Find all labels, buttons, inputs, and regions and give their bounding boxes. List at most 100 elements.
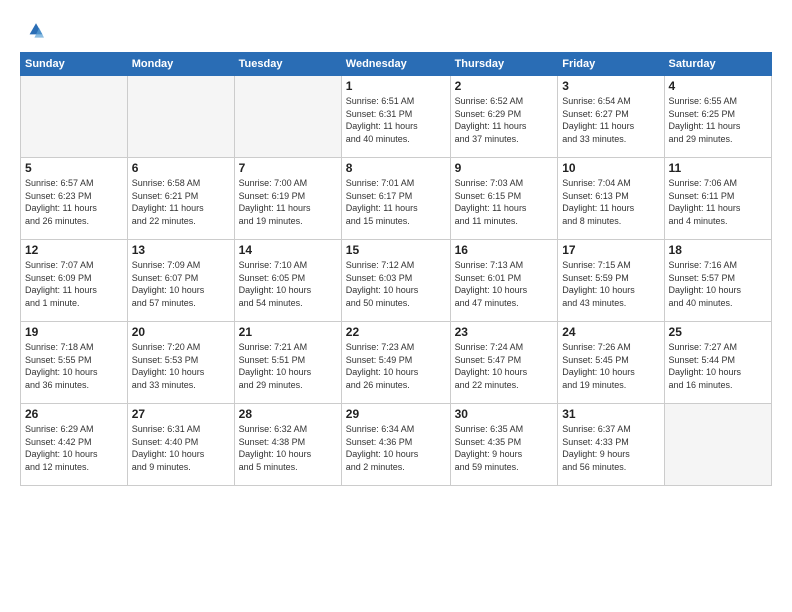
day-number: 24 [562,325,659,339]
calendar-week-row: 1 Sunrise: 6:51 AM Sunset: 6:31 PM Daylig… [21,76,772,158]
day-info: Sunrise: 7:24 AM Sunset: 5:47 PM Dayligh… [455,341,554,391]
calendar-cell: 15 Sunrise: 7:12 AM Sunset: 6:03 PM Dayli… [341,240,450,322]
day-number: 26 [25,407,123,421]
calendar-cell: 17 Sunrise: 7:15 AM Sunset: 5:59 PM Dayli… [558,240,664,322]
calendar-cell: 11Sunrise: 7:06 AM Sunset: 6:11 PM Dayli… [664,158,771,240]
day-number: 27 [132,407,230,421]
day-number: 8 [346,161,446,175]
calendar-cell: 20Sunrise: 7:20 AM Sunset: 5:53 PM Dayli… [127,322,234,404]
calendar-week-row: 26 Sunrise: 6:29 AM Sunset: 4:42 PM Dayli… [21,404,772,486]
calendar-cell: 6 Sunrise: 6:58 AM Sunset: 6:21 PM Daylig… [127,158,234,240]
day-info: Sunrise: 6:58 AM Sunset: 6:21 PM Dayligh… [132,177,230,227]
day-info: Sunrise: 7:10 AM Sunset: 6:05 PM Dayligh… [239,259,337,309]
calendar-table: SundayMondayTuesdayWednesdayThursdayFrid… [20,52,772,486]
day-info: Sunrise: 7:26 AM Sunset: 5:45 PM Dayligh… [562,341,659,391]
day-info: Sunrise: 6:51 AM Sunset: 6:31 PM Dayligh… [346,95,446,145]
day-number: 17 [562,243,659,257]
day-number: 4 [669,79,767,93]
day-number: 13 [132,243,230,257]
calendar-cell: 5Sunrise: 6:57 AM Sunset: 6:23 PM Daylig… [21,158,128,240]
calendar-cell: 12 Sunrise: 7:07 AM Sunset: 6:09 PM Dayli… [21,240,128,322]
calendar-cell: 9Sunrise: 7:03 AM Sunset: 6:15 PM Daylig… [450,158,558,240]
day-number: 14 [239,243,337,257]
day-info: Sunrise: 6:34 AM Sunset: 4:36 PM Dayligh… [346,423,446,473]
calendar-cell: 19 Sunrise: 7:18 AM Sunset: 5:55 PM Dayli… [21,322,128,404]
day-info: Sunrise: 7:03 AM Sunset: 6:15 PM Dayligh… [455,177,554,227]
calendar-cell [664,404,771,486]
day-info: Sunrise: 7:07 AM Sunset: 6:09 PM Dayligh… [25,259,123,309]
day-info: Sunrise: 6:31 AM Sunset: 4:40 PM Dayligh… [132,423,230,473]
day-info: Sunrise: 7:13 AM Sunset: 6:01 PM Dayligh… [455,259,554,309]
calendar-week-row: 12 Sunrise: 7:07 AM Sunset: 6:09 PM Dayli… [21,240,772,322]
weekday-header: Friday [558,53,664,76]
weekday-header: Sunday [21,53,128,76]
day-info: Sunrise: 6:55 AM Sunset: 6:25 PM Dayligh… [669,95,767,145]
day-info: Sunrise: 6:54 AM Sunset: 6:27 PM Dayligh… [562,95,659,145]
calendar-cell [21,76,128,158]
calendar-cell: 27 Sunrise: 6:31 AM Sunset: 4:40 PM Dayli… [127,404,234,486]
weekday-header: Saturday [664,53,771,76]
day-info: Sunrise: 6:57 AM Sunset: 6:23 PM Dayligh… [25,177,123,227]
calendar-week-row: 19 Sunrise: 7:18 AM Sunset: 5:55 PM Dayli… [21,322,772,404]
calendar-cell [127,76,234,158]
day-number: 19 [25,325,123,339]
weekday-header: Monday [127,53,234,76]
day-info: Sunrise: 6:52 AM Sunset: 6:29 PM Dayligh… [455,95,554,145]
calendar-cell: 26 Sunrise: 6:29 AM Sunset: 4:42 PM Dayli… [21,404,128,486]
day-number: 30 [455,407,554,421]
day-info: Sunrise: 6:29 AM Sunset: 4:42 PM Dayligh… [25,423,123,473]
day-info: Sunrise: 7:04 AM Sunset: 6:13 PM Dayligh… [562,177,659,227]
day-info: Sunrise: 7:23 AM Sunset: 5:49 PM Dayligh… [346,341,446,391]
header [20,16,772,44]
day-number: 1 [346,79,446,93]
day-number: 11 [669,161,767,175]
day-info: Sunrise: 6:32 AM Sunset: 4:38 PM Dayligh… [239,423,337,473]
calendar-cell: 28 Sunrise: 6:32 AM Sunset: 4:38 PM Dayli… [234,404,341,486]
day-number: 22 [346,325,446,339]
day-number: 6 [132,161,230,175]
calendar-cell: 29Sunrise: 6:34 AM Sunset: 4:36 PM Dayli… [341,404,450,486]
day-info: Sunrise: 7:27 AM Sunset: 5:44 PM Dayligh… [669,341,767,391]
calendar-cell: 4 Sunrise: 6:55 AM Sunset: 6:25 PM Daylig… [664,76,771,158]
calendar-cell: 16 Sunrise: 7:13 AM Sunset: 6:01 PM Dayli… [450,240,558,322]
day-number: 28 [239,407,337,421]
page: SundayMondayTuesdayWednesdayThursdayFrid… [0,0,792,612]
calendar-cell: 3Sunrise: 6:54 AM Sunset: 6:27 PM Daylig… [558,76,664,158]
calendar-cell: 24 Sunrise: 7:26 AM Sunset: 5:45 PM Dayli… [558,322,664,404]
calendar-cell: 22 Sunrise: 7:23 AM Sunset: 5:49 PM Dayli… [341,322,450,404]
day-info: Sunrise: 7:01 AM Sunset: 6:17 PM Dayligh… [346,177,446,227]
day-info: Sunrise: 6:37 AM Sunset: 4:33 PM Dayligh… [562,423,659,473]
calendar-week-row: 5Sunrise: 6:57 AM Sunset: 6:23 PM Daylig… [21,158,772,240]
calendar-cell: 23 Sunrise: 7:24 AM Sunset: 5:47 PM Dayli… [450,322,558,404]
day-number: 25 [669,325,767,339]
day-number: 10 [562,161,659,175]
weekday-header: Thursday [450,53,558,76]
calendar-cell: 14 Sunrise: 7:10 AM Sunset: 6:05 PM Dayli… [234,240,341,322]
weekday-header: Wednesday [341,53,450,76]
day-number: 7 [239,161,337,175]
calendar-header-row: SundayMondayTuesdayWednesdayThursdayFrid… [21,53,772,76]
calendar-cell: 13 Sunrise: 7:09 AM Sunset: 6:07 PM Dayli… [127,240,234,322]
day-info: Sunrise: 7:18 AM Sunset: 5:55 PM Dayligh… [25,341,123,391]
day-number: 15 [346,243,446,257]
day-number: 20 [132,325,230,339]
calendar-cell: 10 Sunrise: 7:04 AM Sunset: 6:13 PM Dayli… [558,158,664,240]
calendar-cell: 8 Sunrise: 7:01 AM Sunset: 6:17 PM Daylig… [341,158,450,240]
calendar-cell: 1 Sunrise: 6:51 AM Sunset: 6:31 PM Daylig… [341,76,450,158]
day-number: 31 [562,407,659,421]
day-info: Sunrise: 7:09 AM Sunset: 6:07 PM Dayligh… [132,259,230,309]
calendar-cell: 21Sunrise: 7:21 AM Sunset: 5:51 PM Dayli… [234,322,341,404]
day-info: Sunrise: 7:12 AM Sunset: 6:03 PM Dayligh… [346,259,446,309]
calendar-cell: 25 Sunrise: 7:27 AM Sunset: 5:44 PM Dayli… [664,322,771,404]
calendar-cell: 2 Sunrise: 6:52 AM Sunset: 6:29 PM Daylig… [450,76,558,158]
day-number: 23 [455,325,554,339]
day-number: 12 [25,243,123,257]
day-info: Sunrise: 7:15 AM Sunset: 5:59 PM Dayligh… [562,259,659,309]
day-info: Sunrise: 7:16 AM Sunset: 5:57 PM Dayligh… [669,259,767,309]
day-number: 18 [669,243,767,257]
day-number: 16 [455,243,554,257]
day-number: 2 [455,79,554,93]
calendar-cell: 30 Sunrise: 6:35 AM Sunset: 4:35 PM Dayli… [450,404,558,486]
day-info: Sunrise: 6:35 AM Sunset: 4:35 PM Dayligh… [455,423,554,473]
day-number: 21 [239,325,337,339]
